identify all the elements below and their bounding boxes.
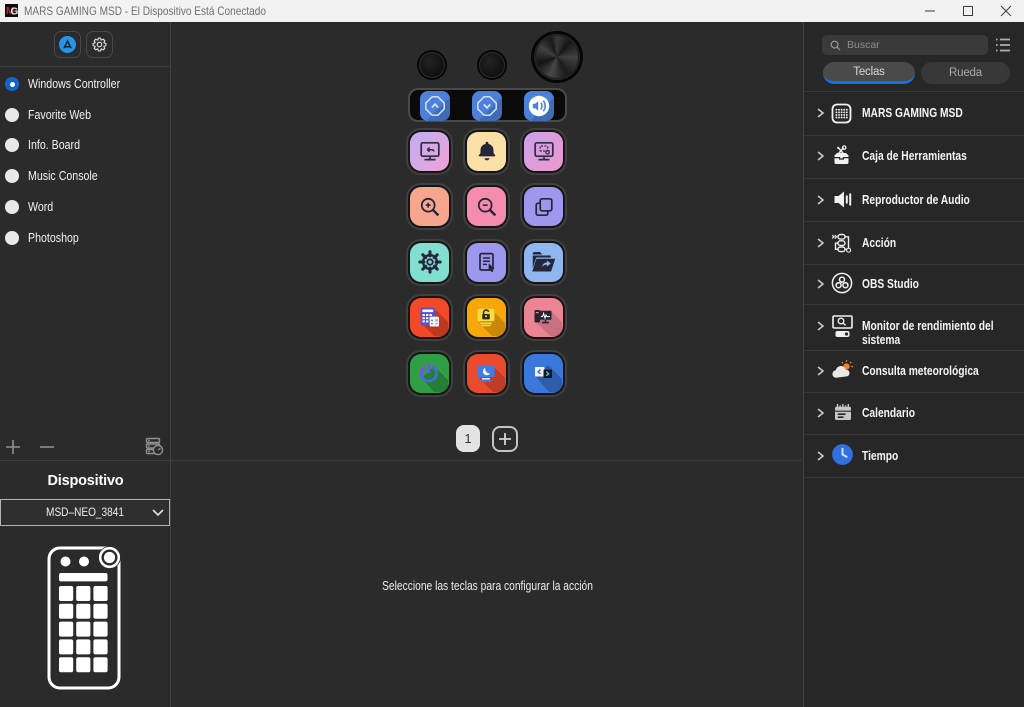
svg-text:G: G — [11, 7, 19, 18]
